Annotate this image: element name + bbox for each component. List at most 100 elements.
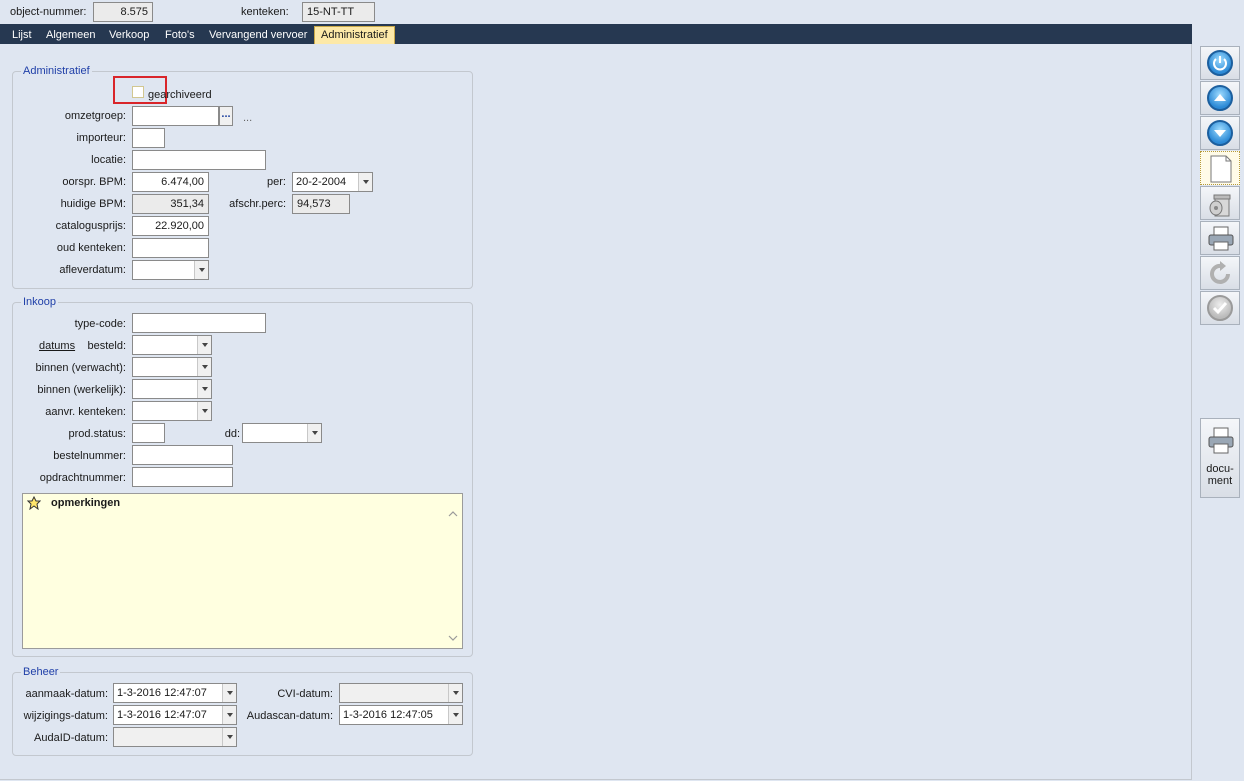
confirm-button[interactable]: [1200, 291, 1240, 325]
opdrachtnummer-label: opdrachtnummer:: [39, 472, 126, 484]
audascan-datum-picker[interactable]: 1-3-2016 12:47:05: [339, 705, 463, 725]
chevron-down-icon[interactable]: [222, 728, 236, 746]
tab-lijst[interactable]: Lijst: [6, 27, 38, 44]
audaid-datum-label: AudaID-datum:: [34, 732, 108, 744]
wijzigings-datum-picker[interactable]: 1-3-2016 12:47:07: [113, 705, 237, 725]
afschr-perc-label: afschr.perc:: [229, 198, 286, 210]
wijzigings-datum-value: 1-3-2016 12:47:07: [117, 709, 207, 721]
tab-fotos[interactable]: Foto's: [159, 27, 201, 44]
prod-status-label: prod.status:: [68, 428, 126, 440]
per-date-picker[interactable]: 20-2-2004: [292, 172, 373, 192]
tab-verkoop[interactable]: Verkoop: [103, 27, 155, 44]
header-bar: object-nummer: 8.575 kenteken: 15-NT-TT: [0, 0, 1244, 24]
besteld-picker[interactable]: [132, 335, 212, 355]
power-button[interactable]: [1200, 46, 1240, 80]
datums-link[interactable]: datums: [39, 339, 75, 353]
wijzigings-datum-label: wijzigings-datum:: [23, 710, 108, 722]
audaid-datum-picker[interactable]: [113, 727, 237, 747]
aanmaak-datum-picker[interactable]: 1-3-2016 12:47:07: [113, 683, 237, 703]
document-button[interactable]: docu- ment: [1200, 418, 1240, 498]
bestelnummer-input[interactable]: [132, 445, 233, 465]
type-code-label: type-code:: [74, 318, 126, 330]
refresh-button[interactable]: [1200, 256, 1240, 290]
prod-status-input[interactable]: [132, 423, 165, 443]
opdrachtnummer-input[interactable]: [132, 467, 233, 487]
bestelnummer-label: bestelnummer:: [53, 450, 126, 462]
chevron-down-icon[interactable]: [197, 402, 211, 420]
binnen-werkelijk-picker[interactable]: [132, 379, 212, 399]
binnen-verwacht-label: binnen (verwacht):: [35, 362, 127, 374]
oorspr-bpm-label: oorspr. BPM:: [62, 176, 126, 188]
chevron-down-icon[interactable]: [448, 706, 462, 724]
kenteken-field: 15-NT-TT: [302, 2, 375, 22]
locatie-input[interactable]: [132, 150, 266, 170]
per-label: per:: [267, 176, 286, 188]
omzetgroep-input[interactable]: [132, 106, 219, 126]
omzetgroep-label: omzetgroep:: [64, 110, 126, 122]
huidige-bpm-field: 351,34: [132, 194, 209, 214]
oorspr-bpm-input[interactable]: 6.474,00: [132, 172, 209, 192]
oud-kenteken-label: oud kenteken:: [56, 242, 126, 254]
chevron-down-icon[interactable]: [448, 634, 458, 642]
chevron-down-icon[interactable]: [194, 261, 208, 279]
catalogusprijs-label: catalogusprijs:: [55, 220, 126, 232]
gearchiveerd-label: gearchiveerd: [148, 89, 212, 101]
afleverdatum-picker[interactable]: [132, 260, 209, 280]
dd-picker[interactable]: [242, 423, 322, 443]
document-label: docu- ment: [1206, 463, 1234, 487]
gearchiveerd-checkbox[interactable]: [132, 86, 144, 98]
refresh-icon: [1210, 261, 1230, 284]
print-document-icon: [1208, 427, 1234, 454]
trash-icon: [1209, 194, 1231, 217]
tab-vervangend-vervoer[interactable]: Vervangend vervoer: [203, 27, 313, 44]
power-icon: [1207, 50, 1233, 76]
per-date-value: 20-2-2004: [296, 176, 347, 188]
administratief-title: Administratief: [21, 64, 92, 78]
binnen-verwacht-picker[interactable]: [132, 357, 212, 377]
chevron-up-icon[interactable]: [448, 510, 458, 518]
arrow-down-icon: [1207, 120, 1233, 146]
previous-record-button[interactable]: [1200, 81, 1240, 115]
type-code-input[interactable]: [132, 313, 266, 333]
aanvr-kenteken-label: aanvr. kenteken:: [45, 406, 126, 418]
notes-scrollbar[interactable]: [446, 508, 460, 646]
chevron-down-icon[interactable]: [197, 358, 211, 376]
tab-algemeen[interactable]: Algemeen: [40, 27, 102, 44]
omzetgroep-description: ...: [243, 112, 253, 124]
chevron-down-icon[interactable]: [222, 684, 236, 702]
catalogusprijs-input[interactable]: 22.920,00: [132, 216, 209, 236]
object-number-field: 8.575: [93, 2, 153, 22]
delete-button[interactable]: [1200, 186, 1240, 220]
chevron-down-icon[interactable]: [222, 706, 236, 724]
pin-icon: [27, 496, 41, 510]
oud-kenteken-input[interactable]: [132, 238, 209, 258]
check-icon: [1207, 295, 1233, 321]
chevron-down-icon[interactable]: [197, 336, 211, 354]
cvi-datum-label: CVI-datum:: [277, 688, 333, 700]
importeur-label: importeur:: [76, 132, 126, 144]
cvi-datum-picker[interactable]: [339, 683, 463, 703]
chevron-down-icon[interactable]: [358, 173, 372, 191]
aanmaak-datum-value: 1-3-2016 12:47:07: [117, 687, 207, 699]
new-document-icon: [1210, 155, 1232, 183]
aanmaak-datum-label: aanmaak-datum:: [25, 688, 108, 700]
chevron-down-icon[interactable]: [197, 380, 211, 398]
opmerkingen-text[interactable]: [45, 512, 445, 642]
importeur-input[interactable]: [132, 128, 165, 148]
aanvr-kenteken-picker[interactable]: [132, 401, 212, 421]
print-button[interactable]: [1200, 221, 1240, 255]
tab-bar: Lijst Algemeen Verkoop Foto's Vervangend…: [0, 24, 1192, 44]
huidige-bpm-label: huidige BPM:: [60, 198, 126, 210]
chevron-down-icon[interactable]: [307, 424, 321, 442]
arrow-up-icon: [1207, 85, 1233, 111]
new-document-button[interactable]: [1200, 151, 1240, 185]
afschr-perc-field: 94,573: [292, 194, 350, 214]
opmerkingen-area[interactable]: opmerkingen: [22, 493, 463, 649]
omzetgroep-lookup-button[interactable]: ...: [219, 106, 233, 126]
chevron-down-icon[interactable]: [448, 684, 462, 702]
next-record-button[interactable]: [1200, 116, 1240, 150]
beheer-title: Beheer: [21, 665, 61, 679]
besteld-label: besteld:: [87, 340, 126, 352]
tab-administratief[interactable]: Administratief: [314, 26, 395, 44]
audascan-datum-value: 1-3-2016 12:47:05: [343, 709, 433, 721]
